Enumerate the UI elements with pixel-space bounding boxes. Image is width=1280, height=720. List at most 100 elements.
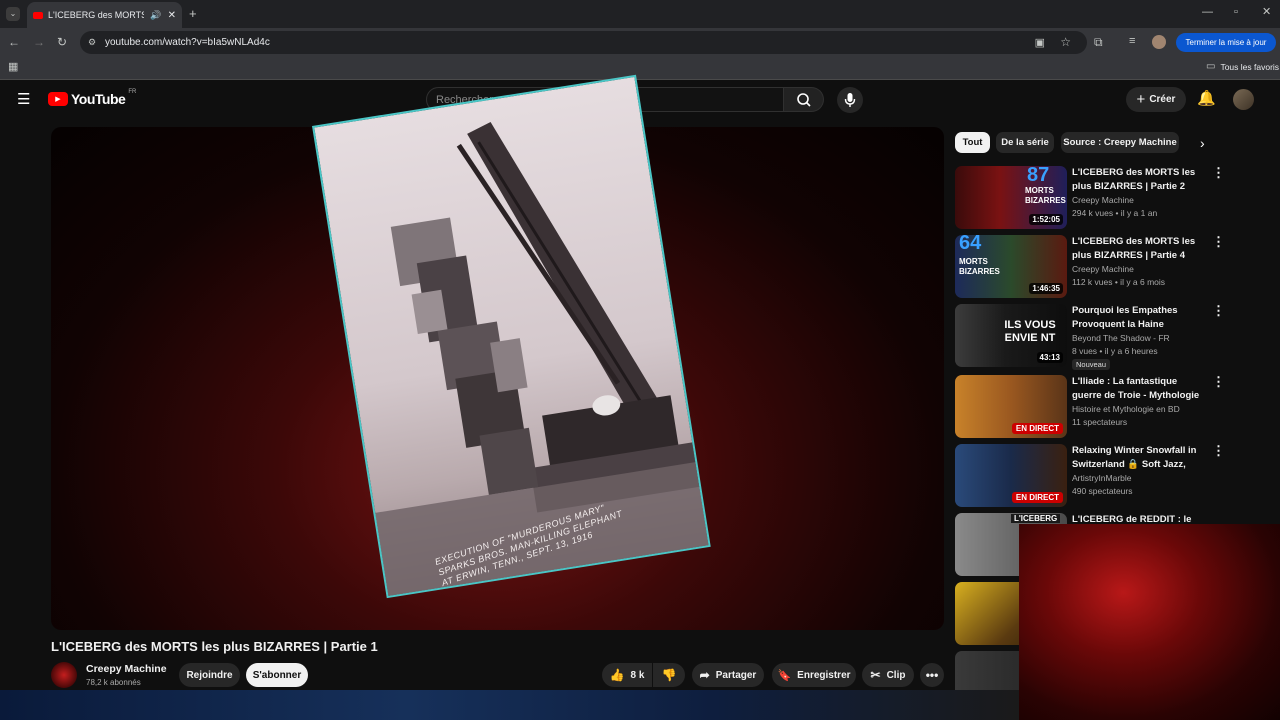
chip-series[interactable]: De la série <box>996 132 1054 153</box>
recommended-video[interactable]: EN DIRECT L'Iliade : La fantastique guer… <box>955 375 1225 439</box>
folder-icon: ▭ <box>1206 61 1216 72</box>
video-title: L'ICEBERG des MORTS les plus BIZARRES | … <box>51 639 378 654</box>
tab-title: L'ICEBERG des MORTS les p <box>48 10 145 20</box>
live-badge: EN DIRECT <box>1011 492 1063 503</box>
browser-tab-bar: ⌄ L'ICEBERG des MORTS les p 🔊 ✕ + — ▫ ✕ <box>0 0 1280 28</box>
recommended-video[interactable]: 87 MORTS BIZARRES 1:52:05 L'ICEBERG des … <box>955 166 1225 230</box>
youtube-logo[interactable]: ▶ YouTube FR <box>48 89 137 107</box>
tab-close-icon[interactable]: ✕ <box>168 10 176 21</box>
bookmark-star-icon[interactable]: ☆ <box>1060 35 1071 49</box>
url-field[interactable]: ⚙ youtube.com/watch?v=bIa5wNLAd4c ▣ ☆ <box>80 31 1087 54</box>
more-vertical-icon[interactable]: ⋮ <box>1212 166 1225 179</box>
channel-name[interactable]: Creepy Machine <box>1072 195 1134 205</box>
video-thumbnail[interactable]: EN DIRECT <box>955 444 1067 507</box>
like-button[interactable]: 👍 8 k <box>602 663 652 687</box>
thumbnail-text: L'ICEBERG <box>1011 514 1061 523</box>
create-button[interactable]: + Créer <box>1126 87 1186 112</box>
reload-icon[interactable]: ↻ <box>57 36 67 48</box>
recommended-video[interactable]: EN DIRECT Relaxing Winter Snowfall in Sw… <box>955 444 1225 508</box>
search-icon <box>797 93 811 107</box>
extensions-icon[interactable]: ⧉ <box>1094 36 1103 48</box>
video-meta: 11 spectateurs <box>1072 417 1128 427</box>
url-text: youtube.com/watch?v=bIa5wNLAd4c <box>105 37 270 48</box>
join-button[interactable]: Rejoindre <box>179 663 240 687</box>
notifications-bell-icon[interactable]: 🔔 <box>1197 91 1216 106</box>
clip-button[interactable]: ✂ Clip <box>862 663 914 687</box>
share-icon: ➦ <box>699 668 710 682</box>
video-thumbnail[interactable]: EN DIRECT <box>955 375 1067 438</box>
video-meta: 8 vues • il y a 6 heures <box>1072 346 1158 356</box>
chevron-right-icon[interactable]: › <box>1200 136 1205 150</box>
maximize-icon[interactable]: ▫ <box>1234 7 1238 18</box>
back-icon[interactable]: ← <box>8 36 20 48</box>
more-vertical-icon[interactable]: ⋮ <box>1212 235 1225 248</box>
more-vertical-icon[interactable]: ⋮ <box>1212 375 1225 388</box>
apps-grid-icon[interactable]: ▦ <box>8 62 18 73</box>
window-close-icon[interactable]: ✕ <box>1262 7 1271 18</box>
channel-name[interactable]: Creepy Machine <box>86 663 167 675</box>
subscribe-button[interactable]: S'abonner <box>246 663 308 687</box>
video-thumbnail[interactable]: 87 MORTS BIZARRES 1:52:05 <box>955 166 1067 229</box>
reading-list-icon[interactable]: ≡ <box>1129 36 1135 47</box>
share-button[interactable]: ➦ Partager <box>692 663 764 687</box>
channel-name[interactable]: ArtistryInMarble <box>1072 473 1132 483</box>
profile-avatar[interactable] <box>1152 35 1166 49</box>
site-info-icon[interactable]: ⚙ <box>88 37 96 48</box>
webcam-overlay <box>1019 524 1280 720</box>
cast-icon[interactable]: ▣ <box>1035 36 1045 49</box>
youtube-favicon-icon <box>33 11 43 19</box>
new-badge: Nouveau <box>1072 359 1111 370</box>
dislike-button[interactable]: 👎 <box>653 663 685 687</box>
account-avatar[interactable] <box>1233 89 1254 110</box>
plus-icon: + <box>1136 91 1146 108</box>
subscriber-count: 78,2 k abonnés <box>86 678 141 687</box>
video-thumbnail[interactable]: 64 MORTS BIZARRES 1:46:35 <box>955 235 1067 298</box>
video-title[interactable]: Relaxing Winter Snowfall in Switzerland … <box>1072 444 1208 471</box>
channel-name[interactable]: Histoire et Mythologie en BD <box>1072 404 1180 414</box>
live-badge: EN DIRECT <box>1011 423 1063 434</box>
video-title[interactable]: L'ICEBERG des MORTS les plus BIZARRES | … <box>1072 235 1208 262</box>
minimize-icon[interactable]: — <box>1202 7 1213 18</box>
channel-avatar[interactable] <box>51 662 77 688</box>
video-title[interactable]: L'Iliade : La fantastique guerre de Troi… <box>1072 375 1208 402</box>
address-bar-row: ← → ↻ ⚙ youtube.com/watch?v=bIa5wNLAd4c … <box>0 28 1280 56</box>
more-horizontal-icon: ••• <box>925 668 939 682</box>
speaker-icon[interactable]: 🔊 <box>150 10 161 21</box>
create-label: Créer <box>1149 94 1176 105</box>
duration-badge: 1:52:05 <box>1029 214 1063 225</box>
update-button[interactable]: Terminer la mise à jour <box>1176 33 1276 52</box>
clip-label: Clip <box>886 669 906 681</box>
search-button[interactable] <box>784 87 824 112</box>
more-vertical-icon[interactable]: ⋮ <box>1212 304 1225 317</box>
chip-source[interactable]: Source : Creepy Machine <box>1061 132 1179 153</box>
tab-search-icon[interactable]: ⌄ <box>6 7 20 21</box>
save-bookmark-icon: 🔖 <box>777 669 792 682</box>
bottom-background <box>0 690 1019 720</box>
video-title[interactable]: Pourquoi les Empathes Provoquent la Hain… <box>1072 304 1208 331</box>
thumbnail-text: ILS VOUS ENVIE NT <box>1004 319 1056 344</box>
all-bookmarks[interactable]: ▭ Tous les favoris <box>1206 61 1279 72</box>
youtube-logo-text: YouTube <box>71 91 126 107</box>
voice-search-button[interactable] <box>837 87 863 113</box>
channel-name[interactable]: Creepy Machine <box>1072 264 1134 274</box>
youtube-play-icon: ▶ <box>48 92 68 106</box>
channel-name[interactable]: Beyond The Shadow - FR <box>1072 333 1170 343</box>
chip-all[interactable]: Tout <box>955 132 990 153</box>
more-vertical-icon[interactable]: ⋮ <box>1212 444 1225 457</box>
browser-tab[interactable]: L'ICEBERG des MORTS les p 🔊 ✕ <box>27 2 182 28</box>
region-code: FR <box>128 89 137 95</box>
thumbs-up-icon: 👍 <box>609 668 625 682</box>
new-tab-icon[interactable]: + <box>189 7 197 20</box>
forward-icon[interactable]: → <box>33 36 45 48</box>
more-actions-button[interactable]: ••• <box>920 663 944 687</box>
save-button[interactable]: 🔖 Enregistrer <box>772 663 856 687</box>
all-bookmarks-label: Tous les favoris <box>1220 61 1280 72</box>
recommended-video[interactable]: ILS VOUS ENVIE NT 43:13 Pourquoi les Emp… <box>955 304 1225 370</box>
save-label: Enregistrer <box>797 669 851 681</box>
video-title[interactable]: L'ICEBERG des MORTS les plus BIZARRES | … <box>1072 166 1208 193</box>
bookmarks-bar: ▦ ▭ Tous les favoris <box>0 56 1280 80</box>
microphone-icon <box>844 93 856 107</box>
menu-icon[interactable]: ☰ <box>17 92 30 107</box>
video-thumbnail[interactable]: ILS VOUS ENVIE NT 43:13 <box>955 304 1067 367</box>
recommended-video[interactable]: 64 MORTS BIZARRES 1:46:35 L'ICEBERG des … <box>955 235 1225 299</box>
